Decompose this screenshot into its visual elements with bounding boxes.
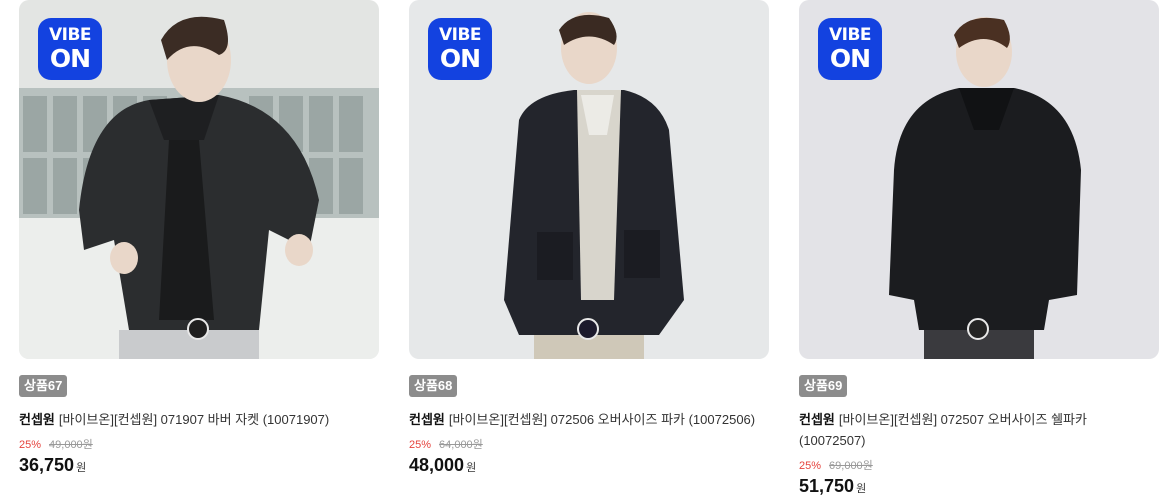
product-title[interactable]: 컨셉원 [바이브온][컨셉원] 072507 오버사이즈 쉘파카 (1007250… [799, 409, 1119, 451]
badge-line2: ON [829, 44, 871, 73]
currency-unit: 원 [466, 462, 477, 474]
sale-price-value: 48,000 [409, 455, 465, 475]
product-tag: 상품68 [409, 375, 458, 397]
product-title[interactable]: 컨셉원 [바이브온][컨셉원] 072506 오버사이즈 파카 (10072506… [409, 409, 769, 430]
product-card[interactable]: VIBE ON 상품67 컨셉원 [바이브온][컨셉원] 071907 바버 자켓… [19, 0, 379, 475]
badge-line1: VIBE [828, 25, 872, 45]
badge-line1: VIBE [48, 25, 92, 45]
product-title[interactable]: 컨셉원 [바이브온][컨셉원] 071907 바버 자켓 (10071907) [19, 409, 379, 430]
sale-price: 48,000 원 [409, 455, 476, 476]
product-card[interactable]: VIBE ON 상품68 컨셉원 [바이브온][컨셉원] 072506 오버사이즈… [409, 0, 769, 475]
currency-unit: 원 [76, 462, 87, 474]
price-row: 25% 69,000원 [799, 457, 873, 473]
product-name: [바이브온][컨셉원] 072506 오버사이즈 파카 (10072506) [448, 412, 756, 427]
sale-price: 36,750 원 [19, 455, 86, 476]
product-image[interactable]: VIBE ON [409, 0, 769, 359]
original-price: 49,000원 [49, 439, 93, 451]
product-name: [바이브온][컨셉원] 071907 바버 자켓 (10071907) [58, 412, 330, 427]
color-swatch[interactable] [187, 318, 209, 340]
brand-name: 컨셉원 [19, 412, 55, 427]
product-tag: 상품67 [19, 375, 68, 397]
vibe-on-badge: VIBE ON [38, 18, 102, 80]
sale-price: 51,750 원 [799, 476, 866, 497]
color-swatch[interactable] [577, 318, 599, 340]
product-name: [바이브온][컨셉원] 072507 오버사이즈 쉘파카 (10072507) [799, 412, 1087, 448]
product-image[interactable]: VIBE ON [799, 0, 1159, 359]
product-tag: 상품69 [799, 375, 848, 397]
currency-unit: 원 [856, 483, 867, 495]
original-price: 64,000원 [439, 439, 483, 451]
discount-rate: 25% [409, 439, 432, 451]
brand-name: 컨셉원 [799, 412, 835, 427]
sale-price-value: 36,750 [19, 455, 75, 475]
discount-rate: 25% [799, 460, 822, 472]
original-price: 69,000원 [829, 460, 873, 472]
color-swatch[interactable] [967, 318, 989, 340]
price-row: 25% 64,000원 [409, 436, 483, 452]
badge-line1: VIBE [438, 25, 482, 45]
price-row: 25% 49,000원 [19, 436, 93, 452]
badge-line2: ON [439, 44, 481, 73]
badge-line2: ON [49, 44, 91, 73]
vibe-on-badge: VIBE ON [818, 18, 882, 80]
discount-rate: 25% [19, 439, 42, 451]
product-card[interactable]: VIBE ON 상품69 컨셉원 [바이브온][컨셉원] 072507 오버사이즈… [799, 0, 1159, 496]
vibe-on-badge: VIBE ON [428, 18, 492, 80]
product-image[interactable]: VIBE ON [19, 0, 379, 359]
brand-name: 컨셉원 [409, 412, 445, 427]
sale-price-value: 51,750 [799, 476, 855, 496]
